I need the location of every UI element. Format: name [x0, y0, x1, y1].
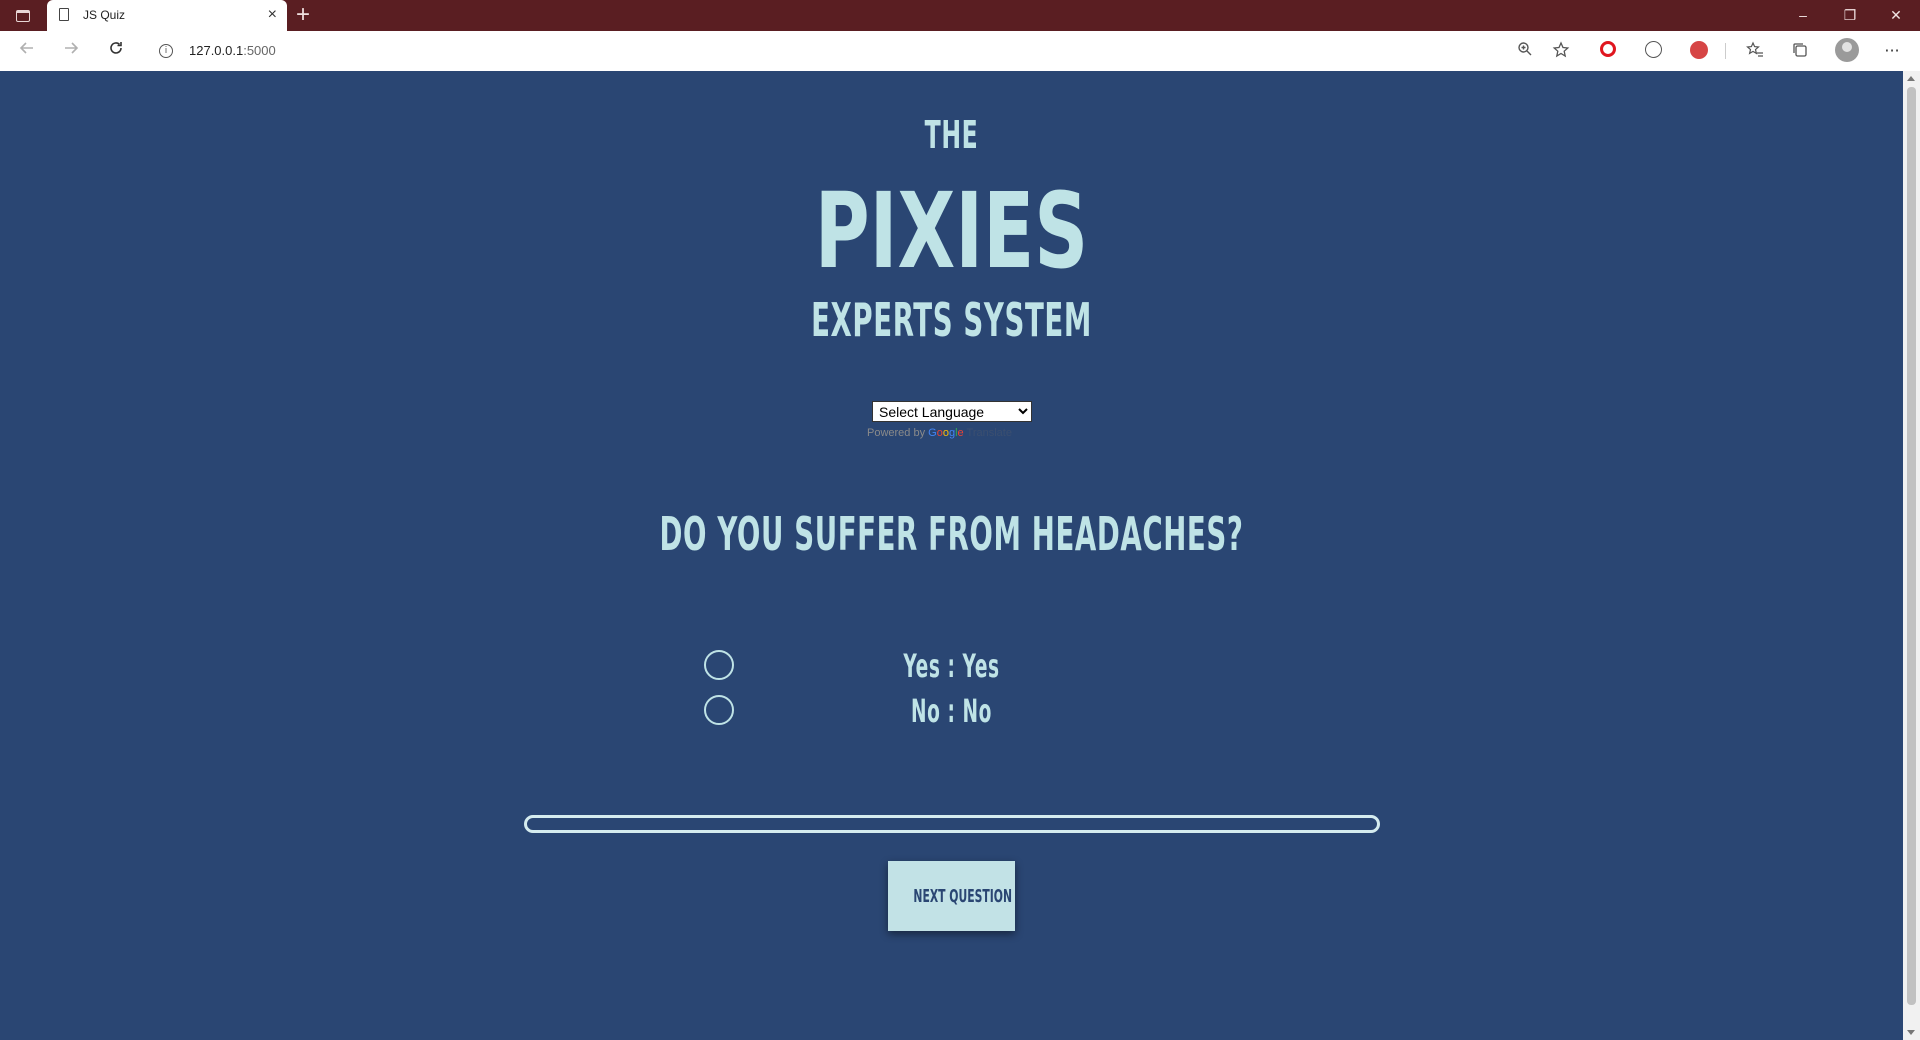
tab-actions-menu[interactable] [10, 6, 36, 26]
answer-radio-yes[interactable] [704, 650, 734, 680]
window-icon [16, 10, 30, 22]
collections-icon[interactable] [1790, 41, 1810, 61]
page-icon [59, 8, 69, 21]
url-port: :5000 [243, 43, 276, 58]
site-info-icon[interactable]: i [159, 44, 173, 58]
answer-option-no: No : No [0, 692, 1903, 732]
back-arrow-icon [19, 42, 33, 54]
refresh-button[interactable] [104, 39, 128, 63]
profile-avatar[interactable] [1835, 38, 1859, 62]
powered-by-text: Powered by [867, 427, 929, 439]
address-bar[interactable]: i 127.0.0.1:5000 [145, 35, 1585, 67]
browser-tab[interactable]: JS Quiz × [47, 0, 287, 31]
add-favorite-icon[interactable] [1551, 41, 1571, 61]
quiz-progress-bar [524, 815, 1380, 833]
close-window-button[interactable]: ✕ [1876, 4, 1916, 26]
header-title: Pixies [814, 170, 1089, 292]
answer-label-yes: Yes : Yes [903, 647, 1000, 685]
extension-icon[interactable] [1645, 41, 1662, 58]
url-host: 127.0.0.1 [189, 43, 244, 58]
question-text: Do you suffer from headaches? [659, 507, 1244, 561]
next-question-label: Next Question [913, 885, 1012, 907]
forward-arrow-icon [65, 42, 79, 54]
close-tab-button[interactable]: × [268, 5, 277, 25]
answer-option-yes: Yes : Yes [0, 647, 1903, 687]
scroll-down-arrow-icon[interactable] [1907, 1030, 1915, 1035]
refresh-icon [110, 42, 122, 54]
answer-label-no: No : No [911, 692, 992, 730]
extension-red-icon[interactable] [1690, 41, 1708, 59]
minimize-button[interactable]: – [1783, 4, 1823, 26]
restore-button[interactable]: ❐ [1830, 4, 1870, 26]
new-tab-button[interactable]: + [296, 2, 310, 28]
header-subtitle: Experts System [811, 293, 1092, 347]
scroll-up-arrow-icon[interactable] [1907, 76, 1915, 81]
zoom-icon[interactable] [1515, 41, 1535, 61]
more-menu-icon[interactable]: ··· [1882, 41, 1902, 61]
tab-strip: JS Quiz × + – ❐ ✕ [0, 0, 1920, 31]
language-selector[interactable]: Select Language [872, 401, 1032, 422]
google-logo[interactable]: Google [928, 427, 964, 439]
toolbar-divider [1725, 43, 1726, 59]
powered-by-google-translate: Powered by Google Translate [867, 427, 1012, 439]
answer-radio-no[interactable] [704, 695, 734, 725]
header-the: The [924, 113, 979, 157]
opera-extension-icon[interactable] [1600, 41, 1616, 57]
page-scrollbar[interactable] [1903, 71, 1920, 1040]
translate-link[interactable]: Translate [967, 427, 1012, 439]
scroll-thumb[interactable] [1907, 87, 1916, 1005]
address-toolbar: i 127.0.0.1:5000 [0, 31, 1920, 72]
back-button[interactable] [15, 39, 39, 63]
page-viewport: The Pixies Experts System Select Languag… [0, 71, 1903, 1040]
favorites-icon[interactable] [1745, 41, 1765, 61]
next-question-button[interactable]: Next Question [888, 861, 1015, 931]
url-text: 127.0.0.1:5000 [189, 43, 276, 58]
language-select[interactable]: Select Language [872, 401, 1032, 422]
forward-button[interactable] [59, 39, 83, 63]
tab-title: JS Quiz [83, 8, 126, 22]
